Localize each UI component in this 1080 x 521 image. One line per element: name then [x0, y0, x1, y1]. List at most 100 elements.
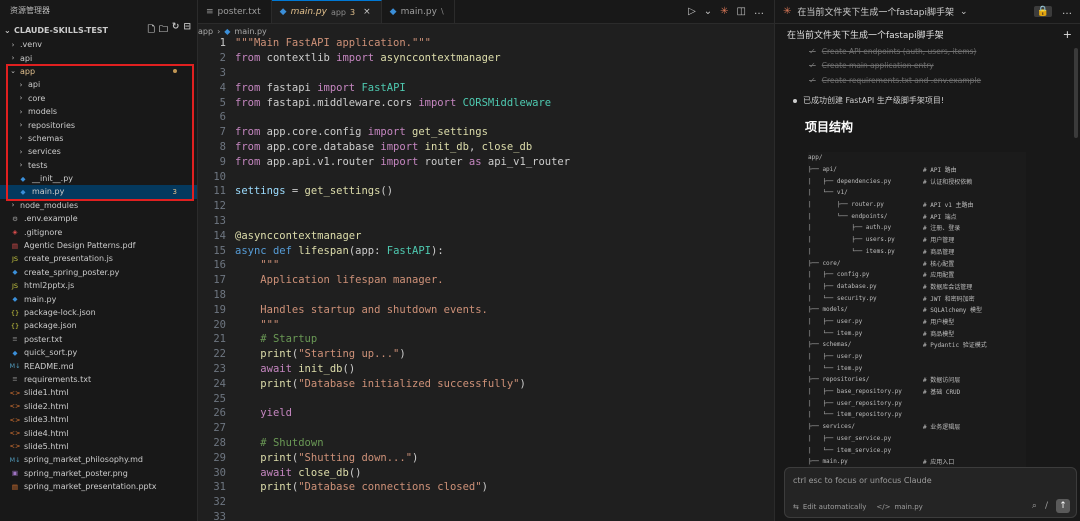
send-button[interactable]: ↑	[1056, 499, 1070, 513]
tree-item[interactable]: <> slide4.html	[0, 426, 197, 439]
tree-item[interactable]: › models	[0, 105, 197, 118]
new-chat-icon[interactable]: +	[1063, 28, 1080, 41]
code-line[interactable]: 23 await init_db()	[198, 362, 774, 377]
chevron-down-icon[interactable]: ⌄	[960, 7, 968, 17]
project-header[interactable]: ⌄ CLAUDE-SKILLS-TEST 🗋 🗀 ↻ ⊟	[0, 22, 197, 38]
conversation-header: 在当前文件夹下生成一个fastapi脚手架 +	[775, 24, 1080, 44]
new-file-icon[interactable]: 🗋	[148, 22, 155, 38]
code-line[interactable]: 29 print("Shutting down...")	[198, 450, 774, 465]
code-line[interactable]: 10	[198, 169, 774, 184]
tree-item[interactable]: <> slide2.html	[0, 400, 197, 413]
edit-mode-button[interactable]: Edit automatically	[803, 503, 867, 511]
code-line[interactable]: 7 from app.core.config import get_setting…	[198, 125, 774, 140]
tree-item[interactable]: › node_modules	[0, 199, 197, 212]
code-line[interactable]: 2 from contextlib import asynccontextmana…	[198, 51, 774, 66]
code-line[interactable]: 3	[198, 66, 774, 81]
tree-item[interactable]: ▤ spring_market_presentation.pptx	[0, 480, 197, 493]
code-line[interactable]: 4 from fastapi import FastAPI	[198, 80, 774, 95]
tree-item[interactable]: ◆ create_spring_poster.py	[0, 266, 197, 279]
code-line[interactable]: 19 Handles startup and shutdown events.	[198, 302, 774, 317]
tree-item[interactable]: › schemas	[0, 132, 197, 145]
structure-path: │ ├── dependencies.py	[808, 177, 892, 185]
tree-item[interactable]: ▤ Agentic Design Patterns.pdf	[0, 239, 197, 252]
tree-item[interactable]: ◆ main.py 3	[0, 185, 197, 199]
tree-item[interactable]: › api	[0, 78, 197, 91]
tree-item[interactable]: {} package-lock.json	[0, 306, 197, 319]
code-line[interactable]: 25	[198, 391, 774, 406]
context-file[interactable]: main.py	[894, 503, 922, 511]
refresh-icon[interactable]: ↻	[172, 22, 180, 38]
chat-input-box[interactable]: ctrl esc to focus or unfocus Claude ⇆ Ed…	[784, 467, 1077, 518]
editor-tab[interactable]: ≡ poster.txt	[198, 0, 272, 23]
tree-item[interactable]: › core	[0, 92, 197, 105]
breadcrumb-folder[interactable]: app	[198, 27, 213, 36]
scrollbar[interactable]	[1074, 48, 1078, 138]
code-line[interactable]: 31 print("Database connections closed")	[198, 480, 774, 495]
editor-tab[interactable]: ◆ main.py \	[382, 0, 455, 23]
code-line[interactable]: 6	[198, 110, 774, 125]
tree-item[interactable]: ≡ requirements.txt	[0, 373, 197, 386]
attach-icon[interactable]: ⌕	[1032, 501, 1037, 511]
code-line[interactable]: 1 """Main FastAPI application."""	[198, 36, 774, 51]
code-line[interactable]: 27	[198, 421, 774, 436]
run-icon[interactable]: ▷	[688, 6, 696, 17]
code-line[interactable]: 20 """	[198, 317, 774, 332]
tree-item[interactable]: ⚙ .env.example	[0, 212, 197, 225]
breadcrumb-file[interactable]: main.py	[234, 27, 266, 36]
chat-input[interactable]: ctrl esc to focus or unfocus Claude	[793, 476, 932, 485]
tree-item[interactable]: <> slide1.html	[0, 386, 197, 399]
split-editor-icon[interactable]: ◫	[737, 6, 746, 17]
code-line[interactable]: 26 yield	[198, 406, 774, 421]
tree-item[interactable]: ◆ quick_sort.py	[0, 346, 197, 359]
tree-item[interactable]: ≡ poster.txt	[0, 333, 197, 346]
conversation-title[interactable]: 在当前文件夹下生成一个fastapi脚手架	[787, 28, 944, 41]
code-line[interactable]: 9 from app.api.v1.router import router as…	[198, 154, 774, 169]
code-view[interactable]: 1 """Main FastAPI application.""" 2 from co…	[198, 36, 774, 521]
tree-item[interactable]: ⌄ app	[0, 65, 197, 78]
more-actions-icon[interactable]: …	[1062, 6, 1072, 17]
code-line[interactable]: 15 async def lifespan(app: FastAPI):	[198, 243, 774, 258]
tree-item[interactable]: M↓ spring_market_philosophy.md	[0, 453, 197, 466]
close-icon[interactable]: ×	[363, 7, 371, 17]
code-line[interactable]: 22 print("Starting up...")	[198, 347, 774, 362]
tree-item[interactable]: › .venv	[0, 38, 197, 51]
code-line[interactable]: 33	[198, 510, 774, 521]
tree-item[interactable]: {} package.json	[0, 319, 197, 332]
code-line[interactable]: 16 """	[198, 258, 774, 273]
collapse-all-icon[interactable]: ⊟	[183, 22, 191, 38]
code-line[interactable]: 14 @asynccontextmanager	[198, 228, 774, 243]
tree-item[interactable]: ◆ __init__.py	[0, 172, 197, 185]
tree-item[interactable]: <> slide5.html	[0, 440, 197, 453]
lock-icon[interactable]: 🔒	[1033, 6, 1052, 17]
code-line[interactable]: 30 await close_db()	[198, 465, 774, 480]
tree-item[interactable]: ◈ .gitignore	[0, 225, 197, 238]
code-line[interactable]: 32	[198, 495, 774, 510]
tree-item[interactable]: › tests	[0, 159, 197, 172]
code-line[interactable]: 12	[198, 199, 774, 214]
new-folder-icon[interactable]: 🗀	[159, 22, 168, 38]
claude-tab-title[interactable]: 在当前文件夹下生成一个fastapi脚手架	[797, 5, 954, 18]
code-line[interactable]: 5 from fastapi.middleware.cors import COR…	[198, 95, 774, 110]
tree-item[interactable]: JS create_presentation.js	[0, 252, 197, 265]
tree-item[interactable]: M↓ README.md	[0, 359, 197, 372]
code-line[interactable]: 28 # Shutdown	[198, 436, 774, 451]
code-line[interactable]: 8 from app.core.database import init_db, …	[198, 140, 774, 155]
code-line[interactable]: 21 # Startup	[198, 332, 774, 347]
claude-icon[interactable]: ✳	[720, 6, 728, 17]
editor-tab[interactable]: ◆ main.py app 3 ×	[271, 0, 382, 23]
code-line[interactable]: 17 Application lifespan manager.	[198, 273, 774, 288]
tree-item[interactable]: ◆ main.py	[0, 292, 197, 305]
tree-item[interactable]: <> slide3.html	[0, 413, 197, 426]
more-actions-icon[interactable]: …	[754, 6, 764, 17]
tree-item[interactable]: › services	[0, 145, 197, 158]
tree-item[interactable]: › repositories	[0, 118, 197, 131]
slash-command-icon[interactable]: /	[1045, 501, 1048, 511]
run-dropdown-icon[interactable]: ⌄	[704, 6, 712, 17]
code-line[interactable]: 11 settings = get_settings()	[198, 184, 774, 199]
tree-item[interactable]: JS html2pptx.js	[0, 279, 197, 292]
tree-item[interactable]: ▣ spring_market_poster.png	[0, 467, 197, 480]
code-line[interactable]: 18	[198, 288, 774, 303]
code-line[interactable]: 24 print("Database initialized successfu…	[198, 376, 774, 391]
tree-item[interactable]: › api	[0, 51, 197, 64]
code-line[interactable]: 13	[198, 214, 774, 229]
